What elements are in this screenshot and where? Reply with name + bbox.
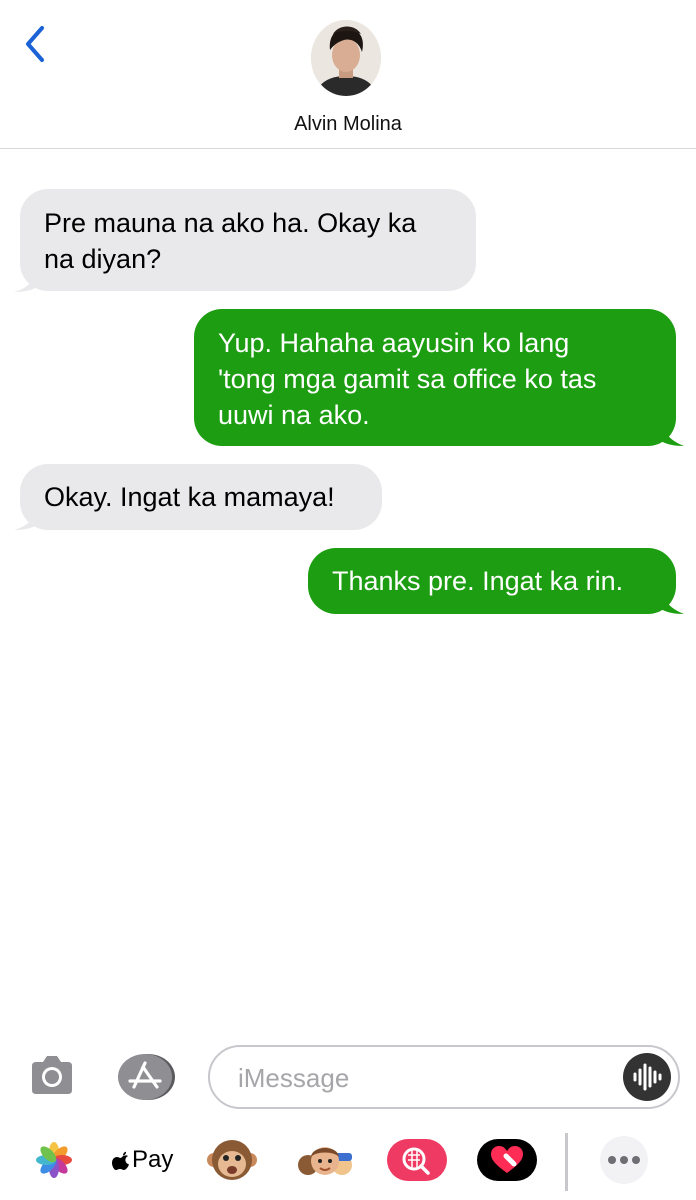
- message-bubble-sent[interactable]: Thanks pre. Ingat ka rin.: [308, 548, 676, 614]
- app-strip-divider: [565, 1133, 568, 1191]
- memoji-app[interactable]: [294, 1133, 356, 1187]
- app-store-button[interactable]: [117, 1053, 177, 1101]
- camera-icon: [32, 1056, 72, 1094]
- message-bubble-sent[interactable]: Yup. Hahaha aayusin ko lang 'tong mga ga…: [194, 309, 676, 446]
- photos-app[interactable]: [36, 1133, 72, 1187]
- chevron-left-icon: [26, 26, 44, 62]
- more-icon: [600, 1136, 648, 1184]
- message-line: na diyan?: [44, 244, 162, 274]
- message-bubble-received[interactable]: Pre mauna na ako ha. Okay ka na diyan?: [20, 189, 476, 291]
- apple-pay-label: Pay: [132, 1146, 174, 1173]
- more-apps-button[interactable]: [596, 1133, 652, 1187]
- digital-touch-app[interactable]: [476, 1133, 538, 1187]
- conversation-header: Alvin Molina: [0, 0, 696, 149]
- back-button[interactable]: [18, 22, 58, 66]
- audio-waveform-icon: [633, 1063, 662, 1091]
- images-search-app[interactable]: [386, 1133, 448, 1187]
- digital-touch-icon: [477, 1139, 537, 1181]
- message-line: Thanks pre. Ingat ka rin.: [332, 566, 624, 596]
- message-line: 'tong mga gamit sa office ko tas: [218, 364, 597, 394]
- photos-icon: [36, 1142, 72, 1178]
- message-bubble-received[interactable]: Okay. Ingat ka mamaya!: [20, 464, 382, 530]
- contact-avatar[interactable]: [311, 20, 381, 96]
- message-line: Pre mauna na ako ha. Okay ka: [44, 208, 417, 238]
- audio-message-button[interactable]: [623, 1053, 671, 1101]
- app-drawer-strip: Pay: [0, 1125, 696, 1200]
- message-line: Yup. Hahaha aayusin ko lang: [218, 328, 570, 358]
- avatar-portrait: [311, 20, 381, 96]
- imessage-field[interactable]: [208, 1045, 680, 1109]
- animoji-app[interactable]: [206, 1133, 258, 1187]
- apple-pay-icon: [112, 1151, 129, 1170]
- message-line: uuwi na ako.: [218, 400, 370, 430]
- search-images-icon: [387, 1139, 447, 1181]
- animoji-icon: [207, 1140, 257, 1180]
- message-line: Okay. Ingat ka mamaya!: [44, 482, 335, 512]
- memoji-icon: [298, 1147, 352, 1175]
- message-input[interactable]: [236, 1057, 620, 1099]
- apple-pay-app[interactable]: Pay: [112, 1133, 176, 1187]
- app-store-icon: [118, 1054, 175, 1100]
- camera-button[interactable]: [28, 1052, 76, 1100]
- contact-name[interactable]: Alvin Molina: [0, 113, 696, 136]
